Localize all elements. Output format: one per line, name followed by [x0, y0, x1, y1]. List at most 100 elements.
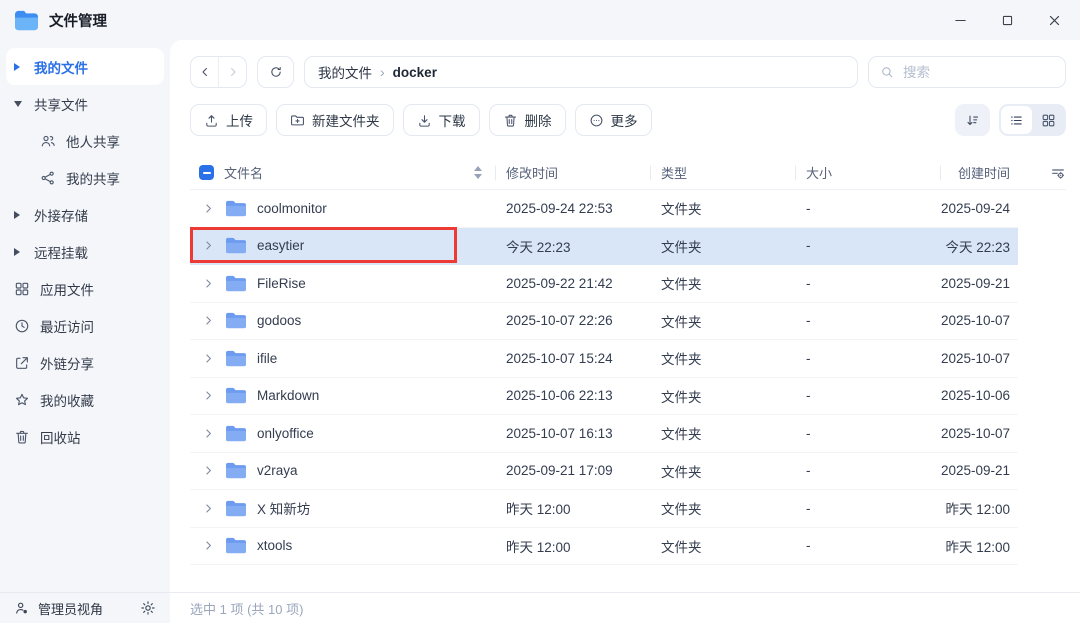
triangle-right-icon — [14, 211, 24, 219]
share-nodes-icon — [40, 170, 56, 186]
table-row[interactable]: xtools昨天 12:00文件夹-昨天 12:00 — [190, 528, 1018, 566]
expander-chevron-icon[interactable] — [202, 502, 215, 515]
name-column-header[interactable]: 文件名 — [190, 163, 495, 182]
triangle-down-icon — [14, 101, 24, 107]
modified-cell: 2025-10-07 16:13 — [495, 426, 650, 441]
table-row[interactable]: onlyoffice2025-10-07 16:13文件夹-2025-10-07 — [190, 415, 1018, 453]
admin-view-label[interactable]: 管理员视角 — [38, 599, 103, 618]
created-cell: 昨天 12:00 — [940, 498, 1018, 518]
triangle-right-icon — [14, 63, 24, 71]
created-cell: 2025-10-06 — [940, 388, 1018, 403]
created-cell: 2025-10-07 — [940, 426, 1018, 441]
type-cell: 文件夹 — [650, 273, 795, 293]
file-name-cell: onlyoffice — [190, 424, 495, 443]
sort-carets-icon[interactable] — [474, 166, 482, 179]
expander-chevron-icon[interactable] — [202, 539, 215, 552]
app-folder-icon — [14, 9, 39, 32]
back-button[interactable] — [191, 57, 218, 87]
sidebar-item-favorites[interactable]: 我的收藏 — [6, 381, 164, 418]
table-row[interactable]: coolmonitor2025-09-24 22:53文件夹-2025-09-2… — [190, 190, 1018, 228]
gear-icon[interactable] — [140, 600, 156, 616]
trash-icon — [14, 429, 30, 445]
expander-chevron-icon[interactable] — [202, 202, 215, 215]
folder-icon — [224, 349, 248, 368]
created-cell: 2025-09-24 — [940, 201, 1018, 216]
delete-button[interactable]: 删除 — [489, 104, 566, 136]
folder-icon — [224, 274, 248, 293]
grid-view-icon — [1041, 113, 1056, 128]
sort-descending-icon — [965, 113, 980, 128]
sidebar-item-recent[interactable]: 最近访问 — [6, 307, 164, 344]
grid-view-button[interactable] — [1033, 106, 1064, 134]
sort-order-button[interactable] — [955, 104, 990, 136]
table-row[interactable]: FileRise2025-09-22 21:42文件夹-2025-09-21 — [190, 265, 1018, 303]
table-row[interactable]: ifile2025-10-07 15:24文件夹-2025-10-07 — [190, 340, 1018, 378]
sidebar-item-my-shares[interactable]: 我的共享 — [6, 159, 164, 196]
table-row[interactable]: Markdown2025-10-06 22:13文件夹-2025-10-06 — [190, 378, 1018, 416]
sidebar-item-external-storage[interactable]: 外接存储 — [6, 196, 164, 233]
file-name-cell: godoos — [190, 311, 495, 330]
breadcrumb-root[interactable]: 我的文件 — [318, 62, 372, 82]
size-cell: - — [795, 351, 940, 366]
more-circle-icon — [589, 113, 604, 128]
people-icon — [40, 133, 56, 149]
file-name-cell: coolmonitor — [190, 199, 495, 218]
modified-cell: 2025-10-06 22:13 — [495, 388, 650, 403]
created-column-header[interactable]: 创建时间 — [940, 156, 1018, 189]
search-input[interactable] — [901, 64, 1054, 81]
external-share-icon — [14, 355, 30, 371]
refresh-button[interactable] — [257, 56, 294, 88]
grid-icon — [14, 281, 30, 297]
type-cell: 文件夹 — [650, 311, 795, 331]
sidebar-item-link-share[interactable]: 外链分享 — [6, 344, 164, 381]
expander-chevron-icon[interactable] — [202, 239, 215, 252]
breadcrumb-current: docker — [393, 65, 437, 80]
new-folder-button[interactable]: 新建文件夹 — [276, 104, 394, 136]
folder-icon — [224, 461, 248, 480]
column-settings-button[interactable] — [1018, 165, 1066, 181]
sidebar-item-shared-files[interactable]: 共享文件 — [6, 85, 164, 122]
created-cell: 2025-09-21 — [940, 276, 1018, 291]
type-cell: 文件夹 — [650, 498, 795, 518]
expander-chevron-icon[interactable] — [202, 427, 215, 440]
expander-chevron-icon[interactable] — [202, 314, 215, 327]
maximize-button[interactable] — [1000, 13, 1015, 28]
type-cell: 文件夹 — [650, 536, 795, 556]
list-view-button[interactable] — [1001, 106, 1032, 134]
expander-chevron-icon[interactable] — [202, 389, 215, 402]
expander-chevron-icon[interactable] — [202, 464, 215, 477]
table-row[interactable]: v2raya2025-09-21 17:09文件夹-2025-09-21 — [190, 453, 1018, 491]
expander-chevron-icon[interactable] — [202, 277, 215, 290]
table-row[interactable]: godoos2025-10-07 22:26文件夹-2025-10-07 — [190, 303, 1018, 341]
size-column-header[interactable]: 大小 — [795, 156, 940, 189]
status-bar: 选中 1 项 (共 10 项) — [170, 592, 1080, 623]
breadcrumb[interactable]: 我的文件 › docker — [304, 56, 858, 88]
search-icon — [880, 65, 894, 79]
select-all-checkbox[interactable] — [199, 165, 214, 180]
download-button[interactable]: 下载 — [403, 104, 480, 136]
minimize-button[interactable] — [953, 13, 968, 28]
expander-chevron-icon[interactable] — [202, 352, 215, 365]
table-row[interactable]: X 知新坊昨天 12:00文件夹-昨天 12:00 — [190, 490, 1018, 528]
sidebar-item-others-shares[interactable]: 他人共享 — [6, 122, 164, 159]
upload-button[interactable]: 上传 — [190, 104, 267, 136]
type-cell: 文件夹 — [650, 386, 795, 406]
sidebar-item-remote-mount[interactable]: 远程挂载 — [6, 233, 164, 270]
file-name-cell: X 知新坊 — [190, 498, 495, 518]
sidebar-item-recycle-bin[interactable]: 回收站 — [6, 418, 164, 455]
close-button[interactable] — [1047, 13, 1062, 28]
created-cell: 2025-09-21 — [940, 463, 1018, 478]
modified-cell: 昨天 12:00 — [495, 498, 650, 518]
table-row[interactable]: easytier今天 22:23文件夹-今天 22:23 — [190, 228, 1018, 266]
size-cell: - — [795, 276, 940, 291]
more-button[interactable]: 更多 — [575, 104, 652, 136]
forward-button[interactable] — [218, 57, 246, 87]
size-cell: - — [795, 313, 940, 328]
search-box[interactable] — [868, 56, 1066, 88]
sidebar-item-app-files[interactable]: 应用文件 — [6, 270, 164, 307]
type-column-header[interactable]: 类型 — [650, 156, 795, 189]
size-cell: - — [795, 463, 940, 478]
modified-column-header[interactable]: 修改时间 — [495, 156, 650, 189]
modified-cell: 今天 22:23 — [495, 236, 650, 256]
sidebar-item-my-files[interactable]: 我的文件 — [6, 48, 164, 85]
